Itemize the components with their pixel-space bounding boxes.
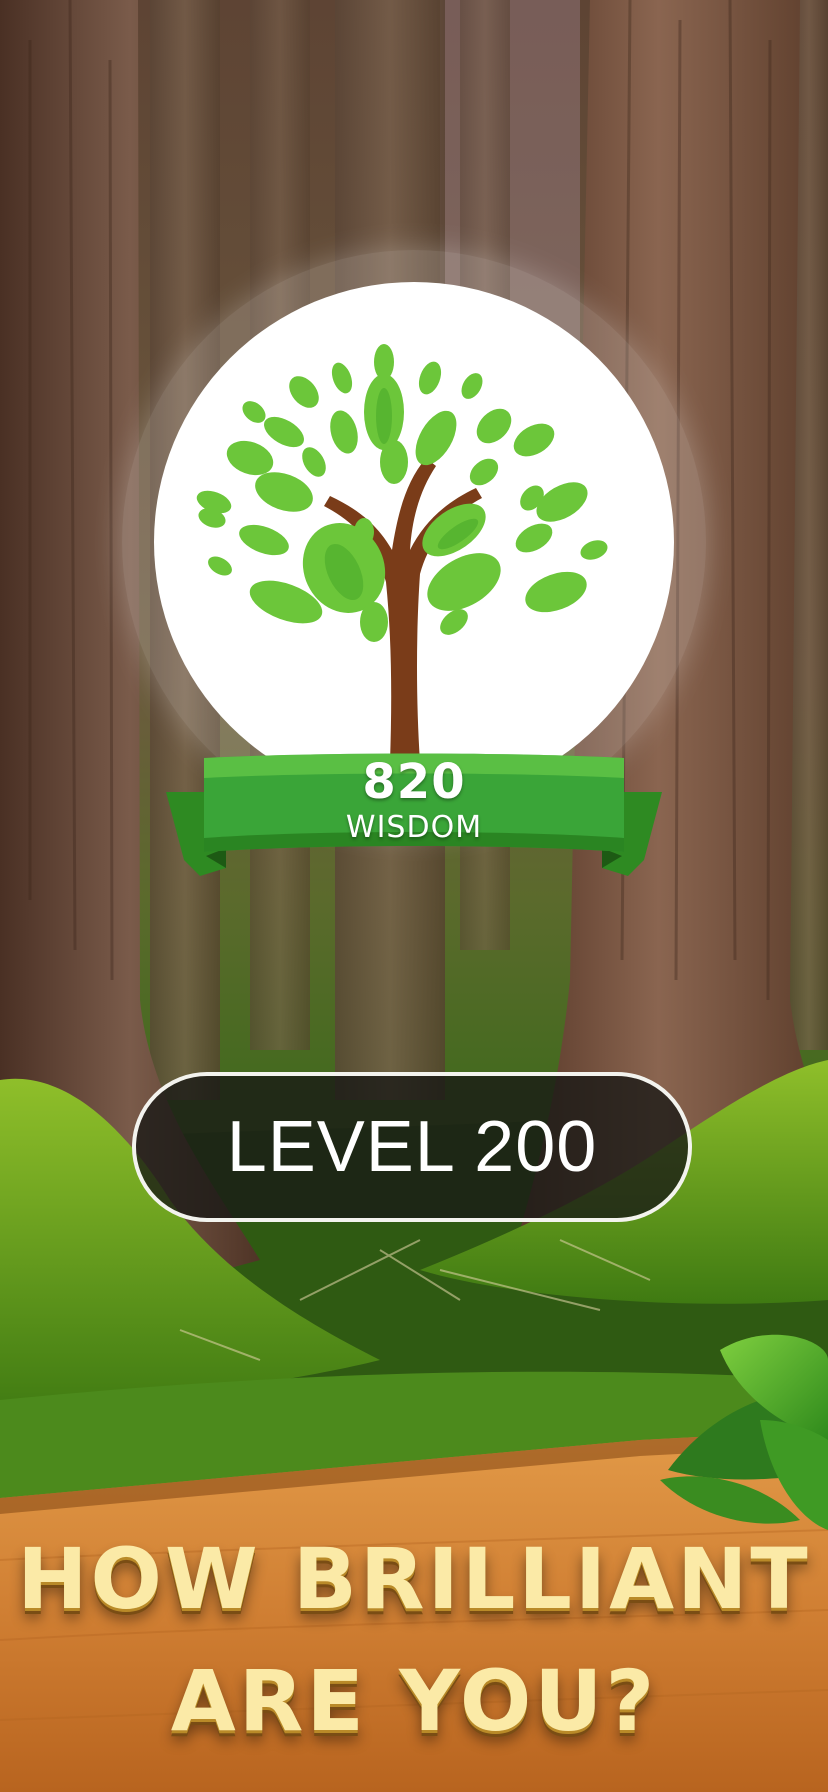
level-indicator: LEVEL 200 bbox=[132, 1072, 692, 1222]
wisdom-label: WISDOM bbox=[345, 810, 483, 845]
headline-line-1: HOW BRILLIANT bbox=[17, 1530, 811, 1628]
headline-line-2: ARE YOU? bbox=[170, 1652, 658, 1750]
tree-icon bbox=[196, 344, 608, 762]
level-label: LEVEL 200 bbox=[226, 1107, 598, 1187]
wisdom-badge bbox=[154, 282, 674, 802]
wisdom-score: 820 bbox=[362, 754, 466, 810]
